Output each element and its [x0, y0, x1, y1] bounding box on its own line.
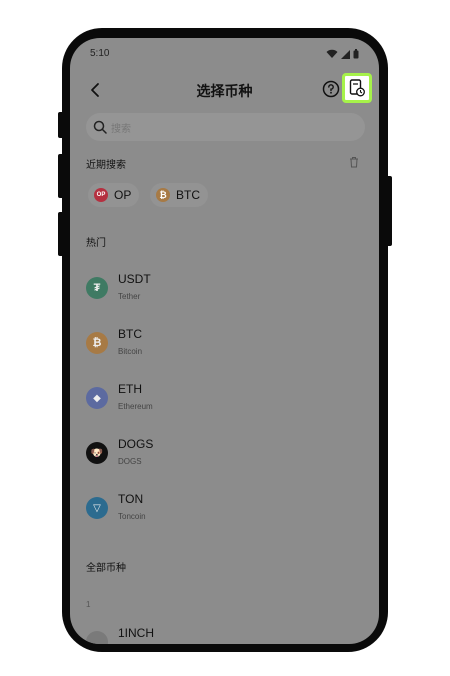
coin-row-dogs[interactable]: 🐶 DOGS DOGS [84, 435, 354, 475]
signal-icon [341, 50, 350, 59]
coin-name: Bitcoin [118, 347, 143, 356]
app-screen: 5:10 选择币种 搜索 近期搜索 OP OP ₿ BTC 热门 ₮ USDT … [70, 38, 379, 644]
index-letter: 1 [86, 600, 91, 609]
eth-logo-icon: ◆ [86, 387, 108, 409]
phone-volume-down-button [58, 212, 64, 256]
history-button[interactable] [342, 73, 372, 103]
coin-symbol: ETH [118, 382, 142, 396]
dogs-logo-icon: 🐶 [86, 442, 108, 464]
coin-row-ton[interactable]: ▽ TON Toncoin [84, 490, 354, 530]
recent-searches-label: 近期搜索 [86, 160, 126, 171]
search-input[interactable]: 搜索 [86, 113, 365, 141]
coin-row-1inch[interactable]: 1INCH [84, 624, 354, 644]
phone-volume-up-button [58, 154, 64, 198]
trash-icon[interactable] [348, 156, 360, 168]
coin-name: DOGS [118, 457, 142, 466]
coin-row-btc[interactable]: ₿ BTC Bitcoin [84, 325, 354, 365]
btc-logo-icon: ₿ [156, 188, 170, 202]
status-time: 5:10 [90, 48, 110, 59]
status-icons [326, 48, 359, 60]
status-bar: 5:10 [90, 48, 359, 62]
coin-name: Tether [118, 292, 141, 301]
recent-chip-op[interactable]: OP OP [88, 183, 140, 207]
recent-chip-label: OP [114, 188, 132, 202]
usdt-logo-icon: ₮ [86, 277, 108, 299]
coin-symbol: 1INCH [118, 626, 155, 640]
coin-symbol: DOGS [118, 437, 154, 451]
coin-name: Toncoin [118, 512, 146, 521]
battery-icon [353, 49, 359, 59]
header: 选择币种 [70, 73, 379, 104]
btc-logo-icon: ₿ [86, 332, 108, 354]
recent-chip-btc[interactable]: ₿ BTC [150, 183, 208, 207]
recent-chip-label: BTC [176, 188, 200, 202]
coin-symbol: USDT [118, 272, 151, 286]
phone-power-button [386, 176, 392, 246]
coin-symbol: BTC [118, 327, 142, 341]
coin-row-eth[interactable]: ◆ ETH Ethereum [84, 380, 354, 420]
wifi-icon [326, 49, 338, 58]
help-icon[interactable] [322, 80, 340, 98]
search-placeholder: 搜索 [111, 123, 131, 135]
ton-logo-icon: ▽ [86, 497, 108, 519]
document-clock-icon [349, 79, 365, 97]
coin-name: Ethereum [118, 402, 153, 411]
coin-row-usdt[interactable]: ₮ USDT Tether [84, 270, 354, 310]
phone-side-button [58, 112, 64, 138]
coin-symbol: TON [118, 492, 144, 506]
hot-section-label: 热门 [86, 238, 106, 249]
all-coins-section-label: 全部币种 [86, 563, 126, 574]
op-logo-icon: OP [94, 188, 108, 202]
search-icon [93, 120, 107, 134]
1inch-logo-icon [86, 631, 108, 644]
